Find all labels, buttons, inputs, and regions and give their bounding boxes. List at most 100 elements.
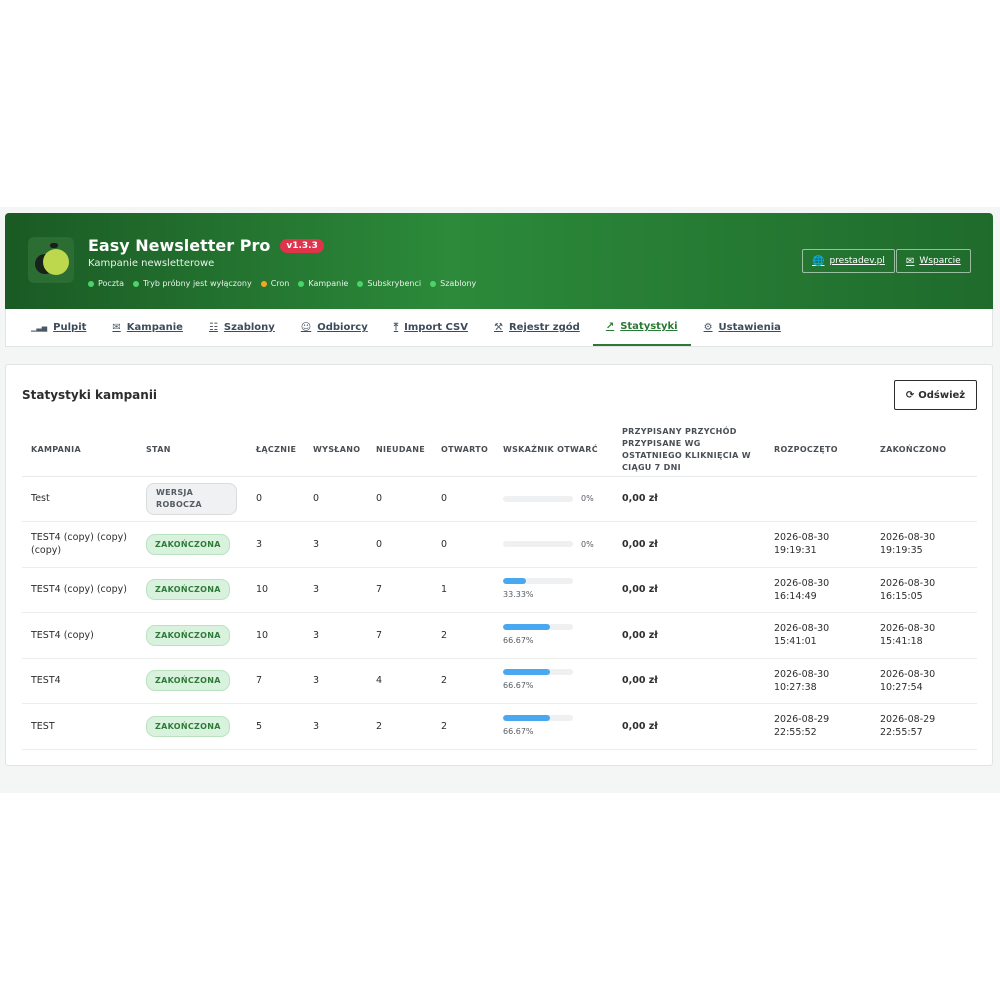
refresh-button[interactable]: ⟳ Odśwież [894, 380, 977, 410]
open-rate-indicator: 66.67% [503, 669, 604, 692]
cell-opened: 0 [432, 476, 494, 522]
table-header-row: KAMPANIA STAN ŁĄCZNIE WYSŁANO NIEUDANE O… [22, 425, 977, 477]
started-time: 22:55:52 [774, 727, 817, 739]
table-row[interactable]: Test WERSJA ROBOCZA 0 0 0 0 0% 0,00 zł [22, 476, 977, 522]
started-date: 2026-08-30 [774, 623, 830, 635]
tab-rejestr-zg-d[interactable]: ⚒ Rejestr zgód [481, 309, 593, 346]
table-row[interactable]: TEST4 (copy) (copy) (copy) ZAKOŃCZONA 3 3 0 0… [22, 521, 977, 568]
tab-ustawienia[interactable]: ⚙ Ustawienia [691, 309, 794, 346]
started-time: 15:41:01 [774, 636, 817, 648]
cell-started: 2026-08-30 15:41:01 [765, 612, 871, 659]
refresh-icon: ⟳ [905, 389, 915, 401]
cell-total: 3 [247, 521, 304, 568]
prestadev-link-label: prestadev.pl [829, 256, 885, 266]
finished-time: 22:55:57 [880, 727, 923, 739]
cell-state: ZAKOŃCZONA [137, 521, 247, 568]
finished-date: 2026-08-30 [880, 532, 936, 544]
col-finished[interactable]: ZAKOŃCZONO [871, 425, 977, 477]
tab-odbiorcy[interactable]: ☺ Odbiorcy [288, 309, 381, 346]
panel-title: Statystyki kampanii [22, 388, 158, 402]
cell-finished: 2026-08-29 22:55:57 [871, 703, 977, 750]
tab-statystyki[interactable]: ↗ Statystyki [592, 309, 691, 346]
cell-started: 2026-08-30 16:14:49 [765, 567, 871, 613]
tab-import-csv[interactable]: ⤒ Import CSV [381, 309, 481, 346]
support-button[interactable]: ✉ Wsparcie [896, 249, 971, 273]
app-logo [28, 237, 74, 283]
col-total[interactable]: ŁĄCZNIE [247, 425, 304, 477]
cell-opened: 0 [432, 521, 494, 568]
status-label: Szablony [440, 279, 477, 288]
col-state[interactable]: STAN [137, 425, 247, 477]
col-opened[interactable]: OTWARTO [432, 425, 494, 477]
prestadev-link-button[interactable]: 🌐 prestadev.pl [802, 249, 895, 273]
cell-open-rate: 33.33% [494, 567, 613, 613]
tab-label: Statystyki [620, 321, 678, 332]
cell-failed: 4 [367, 658, 432, 704]
cell-started [765, 476, 871, 522]
cell-failed: 7 [367, 567, 432, 613]
table-row[interactable]: TEST4 ZAKOŃCZONA 7 3 4 2 66.67% 0,00 zł 2026-08-… [22, 658, 977, 704]
status-item: Szablony [430, 279, 476, 288]
cell-revenue: 0,00 zł [613, 612, 765, 659]
cell-campaign: TEST4 (copy) [22, 612, 137, 659]
open-rate-bar-fill [503, 669, 550, 676]
cell-campaign: TEST [22, 703, 137, 750]
open-rate-value: 0% [581, 539, 594, 549]
status-item: Poczta [88, 279, 124, 288]
table-row[interactable]: TEST ZAKOŃCZONA 5 3 2 2 66.67% 0,00 zł 2026-08-2… [22, 703, 977, 750]
status-badge: ZAKOŃCZONA [146, 579, 230, 601]
cell-started: 2026-08-30 19:19:31 [765, 521, 871, 568]
tab-kampanie[interactable]: ✉ Kampanie [99, 309, 196, 346]
open-rate-indicator: 0% [503, 538, 604, 551]
tab-pulpit[interactable]: ▁▃▅ Pulpit [18, 309, 99, 346]
status-badge: ZAKOŃCZONA [146, 624, 230, 646]
cell-campaign: TEST4 [22, 658, 137, 704]
tab-label: Szablony [223, 322, 275, 333]
cell-state: ZAKOŃCZONA [137, 567, 247, 613]
cell-sent: 3 [304, 703, 367, 750]
finished-date: 2026-08-30 [880, 668, 936, 680]
statistics-panel: Statystyki kampanii ⟳ Odśwież KAMPANIA S… [5, 364, 993, 766]
table-row[interactable]: TEST4 (copy) ZAKOŃCZONA 10 3 7 2 66.67% 0,00 zł… [22, 612, 977, 659]
open-rate-bar [503, 714, 573, 721]
status-badge: ZAKOŃCZONA [146, 533, 230, 555]
cell-open-rate: 66.67% [494, 612, 613, 659]
cell-state: WERSJA ROBOCZA [137, 476, 247, 522]
cell-revenue: 0,00 zł [613, 476, 765, 522]
tab-szablony[interactable]: ☷ Szablony [196, 309, 288, 346]
finished-time: 10:27:54 [880, 681, 923, 693]
started-time: 10:27:38 [774, 681, 817, 693]
cell-revenue: 0,00 zł [613, 567, 765, 613]
open-rate-indicator: 66.67% [503, 623, 604, 647]
cell-failed: 2 [367, 703, 432, 750]
status-dot-icon [260, 280, 267, 287]
status-badge: WERSJA ROBOCZA [146, 482, 237, 515]
col-sent[interactable]: WYSŁANO [304, 425, 367, 477]
cell-sent: 3 [304, 658, 367, 704]
open-rate-bar-fill [503, 714, 550, 721]
finished-date: 2026-08-29 [880, 714, 936, 726]
app-title-text: Easy Newsletter Pro [88, 236, 271, 255]
cell-opened: 2 [432, 612, 494, 659]
open-rate-value: 66.67% [503, 726, 534, 736]
finished-time: 16:15:05 [880, 590, 923, 602]
col-failed[interactable]: NIEUDANE [367, 425, 432, 477]
table-row[interactable]: TEST4 (copy) (copy) ZAKOŃCZONA 10 3 7 1 33.33%… [22, 567, 977, 613]
cell-open-rate: 66.67% [494, 658, 613, 704]
campaign-stats-table: KAMPANIA STAN ŁĄCZNIE WYSŁANO NIEUDANE O… [22, 425, 977, 750]
status-item: Subskrybenci [357, 279, 421, 288]
open-rate-bar [503, 495, 573, 502]
col-started[interactable]: ROZPOCZĘTO [765, 425, 871, 477]
open-rate-bar-fill [503, 578, 527, 585]
col-open-rate[interactable]: WSKAŹNIK OTWARĆ [494, 425, 613, 477]
cell-finished: 2026-08-30 15:41:18 [871, 612, 977, 659]
cell-open-rate: 0% [494, 476, 613, 522]
cell-state: ZAKOŃCZONA [137, 658, 247, 704]
cell-campaign: TEST4 (copy) (copy) [22, 567, 137, 613]
col-campaign[interactable]: KAMPANIA [22, 425, 137, 477]
col-revenue[interactable]: PRZYPISANY PRZYCHÓD PRZYPISANE WG OSTATN… [613, 425, 765, 477]
line-chart-icon: ↗ [605, 321, 615, 332]
open-rate-value: 33.33% [503, 590, 534, 600]
open-rate-indicator: 33.33% [503, 578, 604, 601]
tab-label: Odbiorcy [317, 322, 368, 333]
